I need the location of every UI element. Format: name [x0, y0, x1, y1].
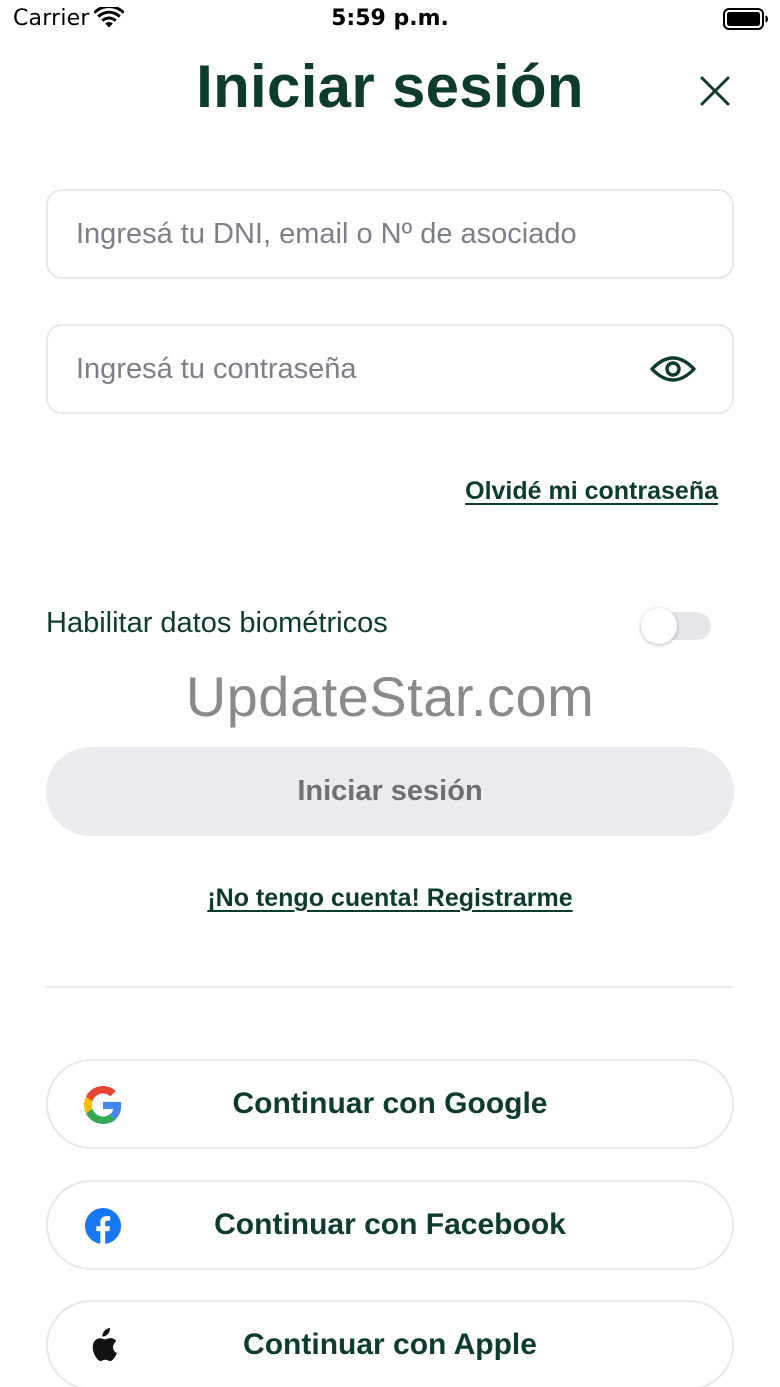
- eye-icon: [650, 356, 696, 382]
- password-field[interactable]: [46, 324, 734, 414]
- login-button[interactable]: Iniciar sesión: [46, 747, 734, 836]
- status-bar: Carrier 5:59 p.m.: [0, 0, 780, 40]
- apple-icon: [84, 1327, 122, 1365]
- login-screen: Carrier 5:59 p.m. Iniciar sesión Ingresá…: [0, 0, 780, 1387]
- facebook-icon: [84, 1207, 122, 1245]
- watermark: UpdateStar.com: [185, 665, 595, 728]
- status-time: 5:59 p.m.: [331, 6, 449, 31]
- apple-button[interactable]: Continuar con Apple: [46, 1300, 734, 1387]
- google-button-label: Continuar con Google: [232, 1087, 548, 1120]
- biometric-toggle[interactable]: [641, 608, 711, 644]
- forgot-password-link[interactable]: Olvidé mi contraseña: [465, 477, 718, 506]
- close-button[interactable]: [693, 69, 737, 113]
- google-button[interactable]: Continuar con Google: [46, 1059, 734, 1149]
- id-field[interactable]: [46, 189, 734, 279]
- page-title: Iniciar sesión: [196, 53, 584, 120]
- id-input[interactable]: [76, 191, 636, 277]
- apple-button-label: Continuar con Apple: [243, 1328, 537, 1361]
- register-row: ¡No tengo cuenta! Registrarme: [0, 884, 780, 913]
- facebook-button-label: Continuar con Facebook: [214, 1208, 566, 1241]
- battery-icon: [723, 8, 768, 30]
- show-password-button[interactable]: [648, 346, 698, 392]
- facebook-button[interactable]: Continuar con Facebook: [46, 1180, 734, 1270]
- toggle-knob: [641, 608, 677, 644]
- close-icon: [700, 76, 730, 106]
- google-icon: [84, 1086, 122, 1124]
- biometric-label: Habilitar datos biométricos: [46, 607, 388, 639]
- divider: [46, 986, 734, 988]
- register-link[interactable]: ¡No tengo cuenta! Registrarme: [207, 884, 572, 912]
- password-input[interactable]: [76, 326, 636, 412]
